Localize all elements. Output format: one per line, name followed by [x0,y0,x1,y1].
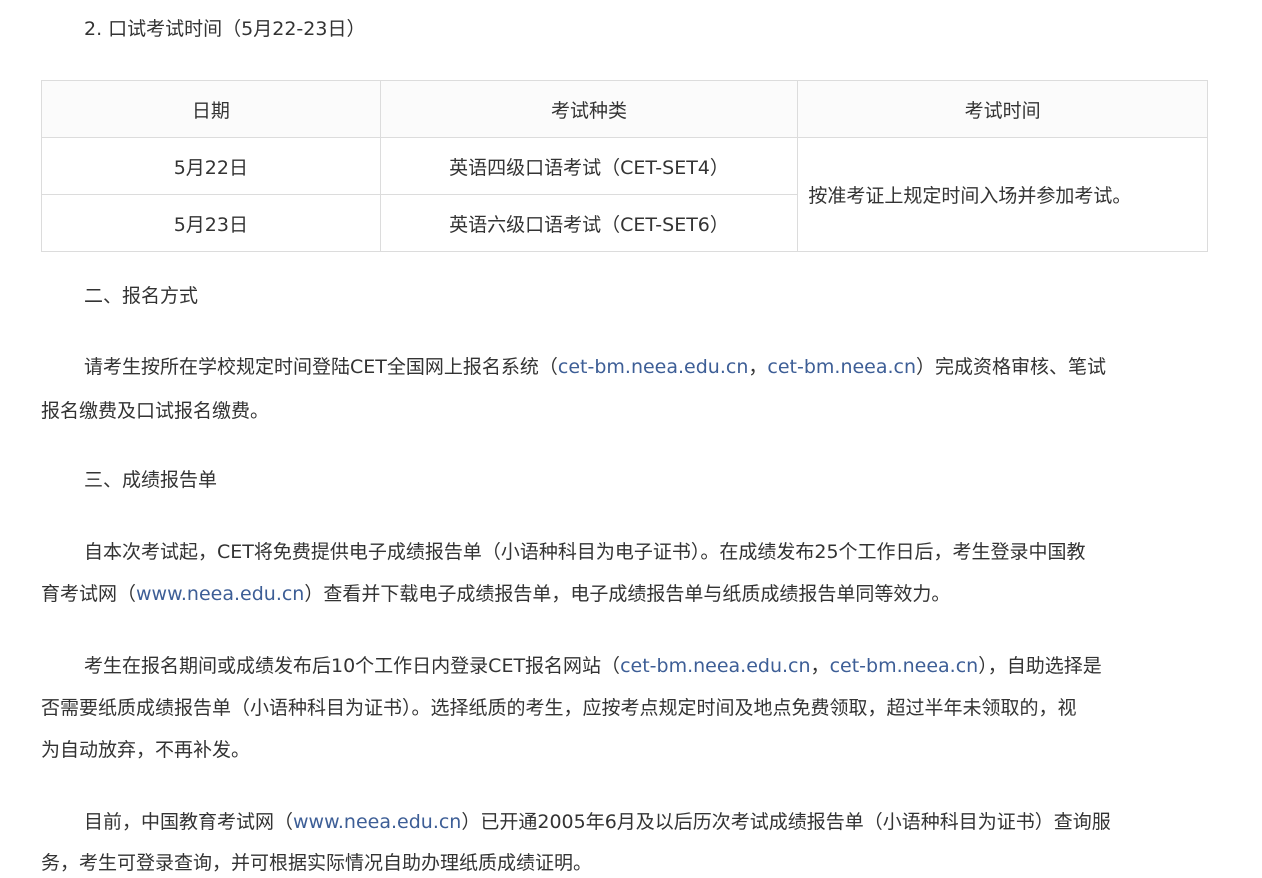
paragraph-line: 报名缴费及口试报名缴费。 [41,400,270,422]
text: 考生在报名期间或成绩发布后10个工作日内登录CET报名网站（ [84,655,621,677]
header-exam-type: 考试种类 [379,80,799,138]
paragraph-line: 育考试网（www.neea.edu.cn）查看并下载电子成绩报告单，电子成绩报告… [41,582,950,606]
text: 请考生按所在学校规定时间登陆CET全国网上报名系统（ [84,356,558,378]
paragraph-line: 请考生按所在学校规定时间登陆CET全国网上报名系统（cet-bm.neea.ed… [84,355,1106,379]
link-cet-bm[interactable]: cet-bm.neea.cn [767,356,916,378]
text: ）查看并下载电子成绩报告单，电子成绩报告单与纸质成绩报告单同等效力。 [304,583,951,605]
text: ）完成资格审核、笔试 [916,356,1107,378]
link-neea[interactable]: www.neea.edu.cn [293,811,461,833]
text: ， [810,655,830,677]
text: 育考试网（ [41,583,137,605]
paragraph-line: 自本次考试起，CET将免费提供电子成绩报告单（小语种科目为电子证书）。在成绩发布… [84,541,1086,563]
cell-date: 5月22日 [41,137,381,195]
heading-score-report: 三、成绩报告单 [84,469,218,491]
link-cet-bm-edu[interactable]: cet-bm.neea.edu.cn [620,655,810,677]
text: ）已开通2005年6月及以后历次考试成绩报告单（小语种科目为证书）查询服 [461,811,1111,833]
header-exam-time: 考试时间 [797,80,1208,138]
link-cet-bm[interactable]: cet-bm.neea.cn [830,655,979,677]
exam-schedule-table: 日期 考试种类 考试时间 5月22日 英语四级口语考试（CET-SET4） 按准… [41,80,1208,252]
section-title: 2. 口试考试时间（5月22-23日） [84,18,366,40]
paragraph-line: 目前，中国教育考试网（www.neea.edu.cn）已开通2005年6月及以后… [84,810,1111,834]
paragraph-line: 务，考生可登录查询，并可根据实际情况自助办理纸质成绩证明。 [41,852,593,874]
table-row: 5月22日 英语四级口语考试（CET-SET4） 按准考证上规定时间入场并参加考… [41,137,1208,252]
heading-registration: 二、报名方式 [84,285,199,307]
text: 目前，中国教育考试网（ [84,811,294,833]
link-cet-bm-edu[interactable]: cet-bm.neea.edu.cn [558,356,748,378]
table-header-row: 日期 考试种类 考试时间 [41,80,1208,138]
paragraph-line: 考生在报名期间或成绩发布后10个工作日内登录CET报名网站（cet-bm.nee… [84,654,1102,678]
cell-exam-type: 英语四级口语考试（CET-SET4） [379,137,799,195]
paragraph-line: 为自动放弃，不再补发。 [41,739,251,761]
paragraph-line: 否需要纸质成绩报告单（小语种科目为证书）。选择纸质的考生，应按考点规定时间及地点… [41,697,1077,719]
cell-date: 5月23日 [41,194,381,252]
text: ），自助选择是 [978,655,1102,677]
text: ， [748,356,768,378]
cell-exam-type: 英语六级口语考试（CET-SET6） [379,194,799,252]
link-neea[interactable]: www.neea.edu.cn [136,583,304,605]
cell-exam-time: 按准考证上规定时间入场并参加考试。 [797,137,1208,252]
header-date: 日期 [41,80,381,138]
